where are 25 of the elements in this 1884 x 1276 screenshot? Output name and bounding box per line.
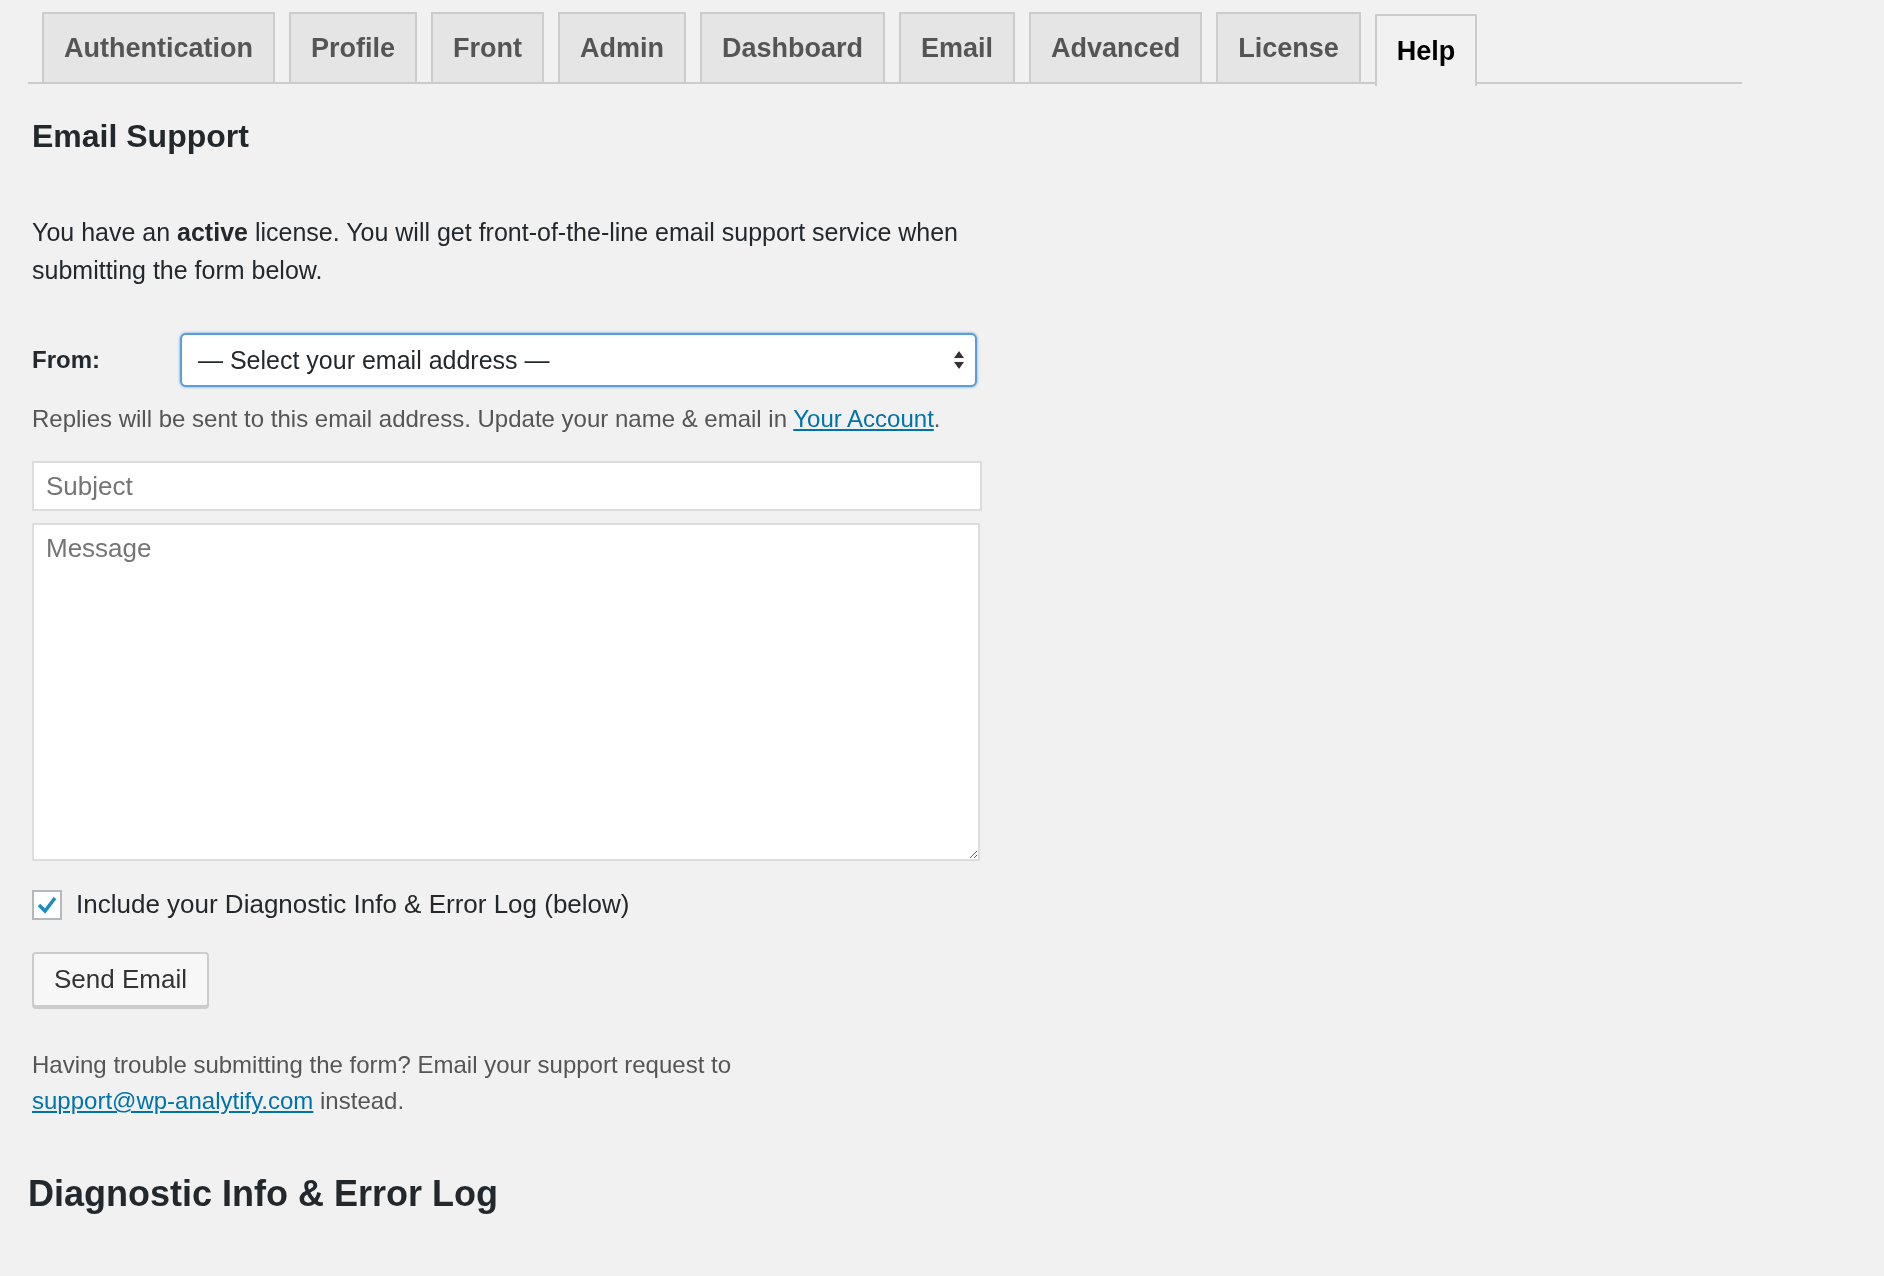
- subject-field[interactable]: Subject: [32, 461, 982, 511]
- send-button[interactable]: Send Email: [32, 952, 209, 1007]
- support-email-link[interactable]: support@wp-analytify.com: [32, 1087, 314, 1114]
- tab[interactable]: Help: [1374, 14, 1478, 86]
- checkbox[interactable]: [32, 889, 62, 920]
- tab[interactable]: Email: [899, 12, 1016, 82]
- section-title: Diagnostic Info & Error Log: [28, 1173, 499, 1215]
- account-link[interactable]: Your Account: [793, 405, 934, 432]
- section-title: Email Support: [32, 118, 250, 155]
- checkbox-label: Include your Diagnostic Info & Error Log (below): [76, 889, 630, 920]
- hint-text: Replies will be sent to this email address. Update your name & email in Your Account.: [32, 404, 942, 434]
- tab[interactable]: Dashboard: [700, 12, 886, 82]
- checkmark-icon: [36, 894, 58, 915]
- select-arrows-icon: [953, 349, 965, 371]
- tab[interactable]: Authentication: [42, 12, 275, 82]
- from-label: From:: [32, 346, 101, 374]
- tab[interactable]: Advanced: [1029, 12, 1203, 82]
- tab[interactable]: License: [1216, 12, 1361, 82]
- tab[interactable]: Profile: [289, 12, 418, 82]
- email-select[interactable]: — Select your email address —: [180, 333, 977, 387]
- tab[interactable]: Front: [431, 12, 544, 82]
- intro-text: You have an active license. You will get front-of-the-line email support service when submitting the form below.: [32, 217, 960, 286]
- message-field[interactable]: Message: [32, 523, 980, 861]
- trouble-text: Having trouble submitting the form? Email your support request to support@wp-analytify.com instead.: [32, 1050, 732, 1116]
- tab[interactable]: Admin: [558, 12, 686, 82]
